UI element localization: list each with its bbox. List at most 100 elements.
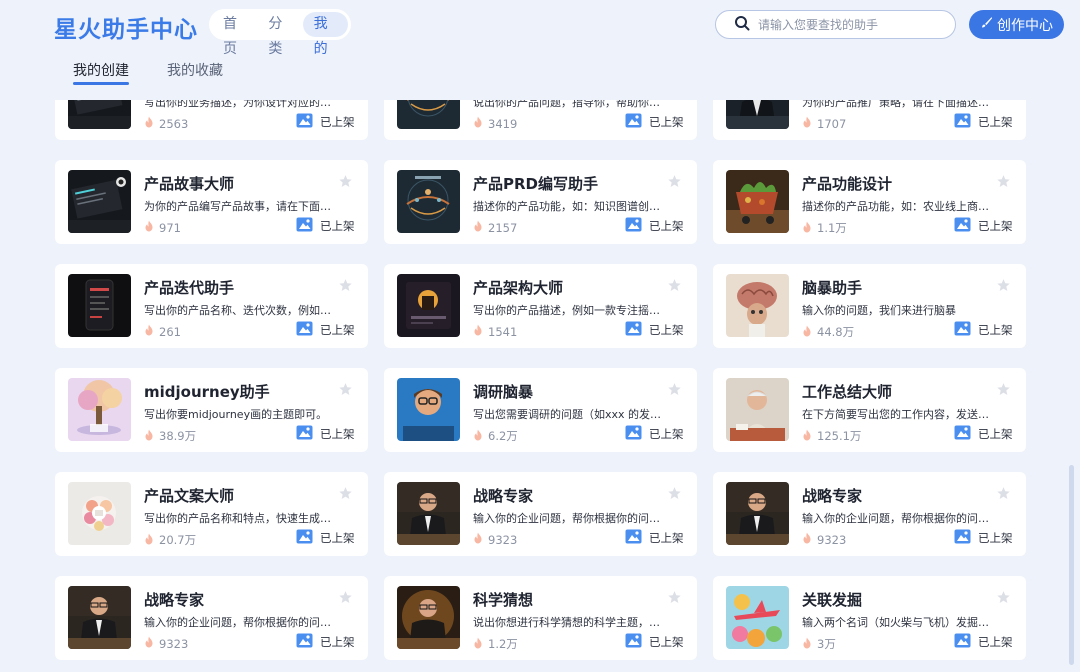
tab-my-created[interactable]: 我的创建 xyxy=(73,60,129,86)
assistant-card[interactable]: 产品架构大师 写出你的产品描述，例如一款专注摇滚... 1541 已上架 xyxy=(384,264,697,348)
favorite-star-icon[interactable] xyxy=(996,486,1011,501)
assistant-card[interactable]: 产品文案大师 写出你的产品名称和特点，快速生成产... 20.7万 已上架 xyxy=(55,472,368,556)
shelf-icon xyxy=(625,321,642,339)
publish-status: 已上架 xyxy=(296,529,355,547)
assistant-description: 说出你的产品问题，指导你，帮助你成... xyxy=(473,100,663,109)
assistant-card[interactable]: 调研脑暴 写出您需要调研的问题（如xxx 的发展... 6.2万 已上架 xyxy=(384,368,697,452)
favorite-star-icon[interactable] xyxy=(338,486,353,501)
usage-count: 2563 xyxy=(144,116,188,131)
assistant-thumbnail xyxy=(68,170,131,233)
assistant-thumbnail xyxy=(397,170,460,233)
favorite-star-icon[interactable] xyxy=(667,486,682,501)
assistant-description: 写出您需要调研的问题（如xxx 的发展... xyxy=(473,408,663,421)
assistant-title: 战略专家 xyxy=(144,591,205,609)
usage-count-value: 3万 xyxy=(817,637,836,651)
usage-count: 1541 xyxy=(473,324,517,339)
assistant-description: 为你的产品编写产品故事，请在下面写... xyxy=(144,200,334,213)
assistant-card[interactable]: 科学猜想 说出你想进行科学猜想的科学主题，让... 1.2万 已上架 xyxy=(384,576,697,660)
assistant-description: 输入你的企业问题，帮你根据你的问题... xyxy=(144,616,334,629)
assistant-card[interactable]: 产品迭代助手 写出你的产品名称、迭代次数，例如说... 261 已上架 xyxy=(55,264,368,348)
usage-count-value: 2157 xyxy=(488,220,518,235)
favorite-star-icon[interactable] xyxy=(667,278,682,293)
search-input[interactable] xyxy=(758,17,948,32)
fire-icon xyxy=(802,429,812,444)
publish-status: 已上架 xyxy=(625,425,684,443)
favorite-star-icon[interactable] xyxy=(996,174,1011,189)
favorite-star-icon[interactable] xyxy=(338,174,353,189)
favorite-star-icon[interactable] xyxy=(338,278,353,293)
assistant-title: 产品故事大师 xyxy=(144,175,235,193)
fire-icon xyxy=(802,325,812,340)
usage-count-value: 2563 xyxy=(159,116,189,131)
fire-icon xyxy=(144,324,154,339)
assistant-description: 输入你的问题，我们来进行脑暴 xyxy=(802,304,956,317)
assistant-card[interactable]: 战略专家 输入你的企业问题，帮你根据你的问题... 9323 已上架 xyxy=(384,472,697,556)
assistant-card[interactable]: midjourney助手 写出你要midjourney画的主题即可。 38.9万 已上… xyxy=(55,368,368,452)
assistant-card[interactable]: 说出你的产品问题，指导你，帮助你成... 3419 已上架 xyxy=(384,100,697,140)
assistant-card[interactable]: 工作总结大师 在下方简要写出您的工作内容，发送即可 125.1万 已上架 xyxy=(713,368,1026,452)
fire-icon xyxy=(144,636,154,651)
publish-status: 已上架 xyxy=(296,217,355,235)
fire-icon xyxy=(144,220,154,235)
publish-status-label: 已上架 xyxy=(320,635,355,649)
assistant-card[interactable]: 战略专家 输入你的企业问题，帮你根据你的问题... 9323 已上架 xyxy=(713,472,1026,556)
usage-count-value: 20.7万 xyxy=(159,533,197,547)
assistant-thumbnail xyxy=(726,586,789,649)
shelf-icon xyxy=(954,113,971,131)
assistant-card[interactable]: 战略专家输入你的企业问题，帮你根据你的问题... 9323 已上架 xyxy=(55,576,368,660)
favorite-star-icon[interactable] xyxy=(667,590,682,605)
app-logo[interactable]: 星火助手中心 xyxy=(54,10,198,44)
favorite-star-icon[interactable] xyxy=(338,590,353,605)
usage-count-value: 9323 xyxy=(159,636,189,651)
assistant-card[interactable]: 产品PRD编写助手 描述你的产品功能，如：知识图谱创建... 2157 已上架 xyxy=(384,160,697,244)
assistant-description: 在下方简要写出您的工作内容，发送即可 xyxy=(802,408,992,421)
assistant-card[interactable]: 产品故事大师 为你的产品编写产品故事，请在下面写... 971 已上架 xyxy=(55,160,368,244)
shelf-icon xyxy=(625,217,642,235)
usage-count-value: 6.2万 xyxy=(488,429,518,443)
favorite-star-icon[interactable] xyxy=(667,174,682,189)
publish-status: 已上架 xyxy=(954,113,1013,131)
publish-status: 已上架 xyxy=(954,633,1013,651)
assistant-thumbnail xyxy=(68,274,131,337)
nav-home[interactable]: 首页 xyxy=(212,12,257,57)
fire-icon xyxy=(473,532,483,547)
usage-count-value: 44.8万 xyxy=(817,325,855,339)
fire-icon xyxy=(802,532,812,547)
shelf-icon xyxy=(625,113,642,131)
favorite-star-icon[interactable] xyxy=(996,278,1011,293)
assistant-title: 产品迭代助手 xyxy=(144,279,235,297)
shelf-icon xyxy=(954,217,971,235)
assistant-title: 脑暴助手 xyxy=(802,279,863,297)
nav-category[interactable]: 分类 xyxy=(257,12,302,57)
assistant-description: 写出你的产品名称、迭代次数，例如说... xyxy=(144,304,334,317)
assistant-thumbnail xyxy=(726,378,789,441)
nav-mine[interactable]: 我的 xyxy=(302,12,348,57)
tab-my-favorites[interactable]: 我的收藏 xyxy=(167,60,223,86)
create-center-button[interactable]: 创作中心 xyxy=(969,10,1064,39)
publish-status-label: 已上架 xyxy=(649,323,684,337)
fire-icon xyxy=(144,429,154,444)
assistant-card[interactable]: 脑暴助手 输入你的问题，我们来进行脑暴 44.8万 已上架 xyxy=(713,264,1026,348)
publish-status: 已上架 xyxy=(625,633,684,651)
usage-count-value: 9323 xyxy=(488,532,518,547)
assistant-card[interactable]: 为你的产品推广策略，请在下面描述你... 1707 已上架 xyxy=(713,100,1026,140)
usage-count-value: 3419 xyxy=(488,116,518,131)
favorite-star-icon[interactable] xyxy=(996,590,1011,605)
assistant-description: 写出你的产品名称和特点，快速生成产... xyxy=(144,512,334,525)
scrollbar[interactable] xyxy=(1069,465,1074,665)
publish-status: 已上架 xyxy=(954,217,1013,235)
usage-count-value: 9323 xyxy=(817,532,847,547)
favorite-star-icon[interactable] xyxy=(338,382,353,397)
publish-status-label: 已上架 xyxy=(649,115,684,129)
fire-icon xyxy=(473,324,483,339)
search-box[interactable] xyxy=(715,10,956,39)
assistant-thumbnail xyxy=(726,100,789,129)
shelf-icon xyxy=(296,633,313,651)
assistant-card[interactable]: 写出你的业务描述，为你设计对应的业... 2563 已上架 xyxy=(55,100,368,140)
publish-status-label: 已上架 xyxy=(978,635,1013,649)
favorite-star-icon[interactable] xyxy=(667,382,682,397)
assistant-card[interactable]: 产品功能设计 描述你的产品功能，如：农业线上商城... 1.1万 已上架 xyxy=(713,160,1026,244)
assistant-title: 产品架构大师 xyxy=(473,279,564,297)
assistant-card[interactable]: 关联发掘 输入两个名词（如火柴与飞机）发掘他... 3万 已上架 xyxy=(713,576,1026,660)
favorite-star-icon[interactable] xyxy=(996,382,1011,397)
